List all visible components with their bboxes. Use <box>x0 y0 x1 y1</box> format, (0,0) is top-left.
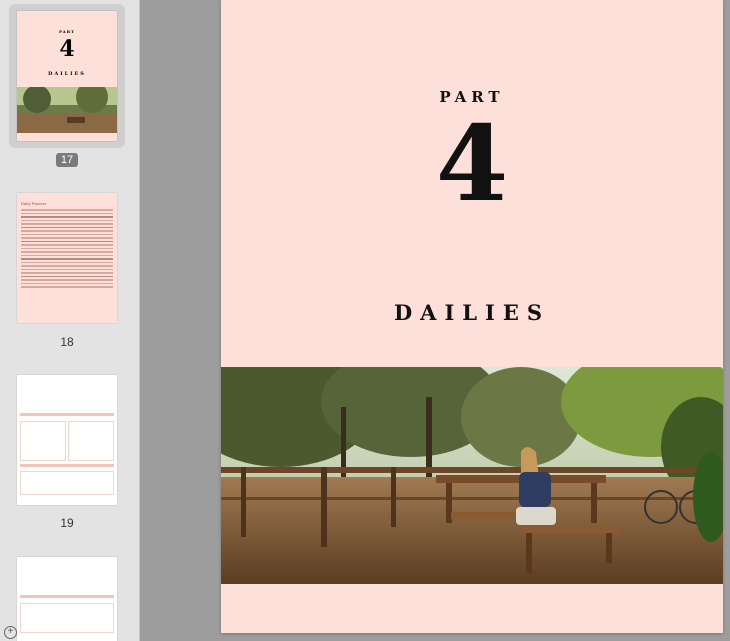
thumbnail-page-17[interactable]: PART 4 DAILIES <box>9 4 125 148</box>
thumbnail-page-20[interactable] <box>17 557 117 641</box>
page-number-18: 18 <box>60 335 74 349</box>
deck-photo <box>221 367 723 584</box>
thumb-part-label: PART <box>58 29 76 34</box>
thumbnail-page-19[interactable] <box>17 375 117 505</box>
thumb-title: DAILIES <box>48 71 86 77</box>
thumb18-heading: Daily Planner <box>21 201 47 206</box>
thumbnail-sidebar[interactable]: PART 4 DAILIES 17 Daily Planner 18 19 + <box>0 0 140 641</box>
thumbnail-image-17[interactable]: PART 4 DAILIES <box>17 11 117 141</box>
page-number-19: 19 <box>60 516 74 530</box>
thumbnail-page-18[interactable]: Daily Planner <box>17 193 117 323</box>
thumb-photo <box>17 87 117 133</box>
thumb-part-number: 4 <box>59 36 75 62</box>
section-title: DAILIES <box>393 300 551 325</box>
page-number-17: 17 <box>0 152 134 167</box>
document-page: PART 4 DAILIES <box>221 0 723 633</box>
plus-circle-icon[interactable]: + <box>4 626 17 639</box>
part-number: 4 <box>435 102 509 225</box>
